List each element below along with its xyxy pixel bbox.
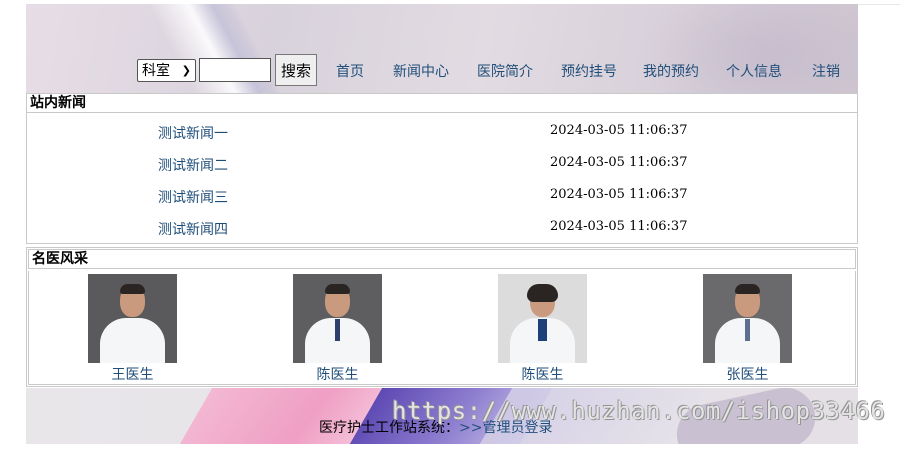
doctor-photo — [293, 274, 382, 363]
doctor-name: 陈医生 — [316, 367, 359, 383]
nav-appointment[interactable]: 预约挂号 — [561, 61, 617, 81]
doctor-figure — [335, 319, 340, 341]
doctor-figure — [745, 319, 750, 341]
top-rule — [858, 4, 900, 5]
doctor-figure — [527, 284, 558, 302]
doctor-photo — [498, 274, 587, 363]
doctor-figure — [735, 284, 760, 294]
doctor-card[interactable]: 张医生 — [703, 274, 792, 384]
nav-my-appointments[interactable]: 我的预约 — [643, 61, 699, 81]
doctor-figure — [538, 319, 547, 341]
doctor-card[interactable]: 陈医生 — [293, 274, 382, 384]
news-row: 测试新闻二 2024-03-05 11:06:37 — [27, 155, 857, 175]
nav-profile[interactable]: 个人信息 — [726, 61, 782, 81]
doctors-section: 名医风采 王医生 陈医生 陈医生 张医生 — [26, 247, 858, 387]
doctor-name: 陈医生 — [521, 367, 564, 383]
doctor-name: 王医生 — [111, 367, 154, 383]
page-container: 科室 ❯ 搜索 首页 新闻中心 医院简介 预约挂号 我的预约 个人信息 注销 站… — [26, 4, 858, 444]
doctor-figure — [100, 318, 165, 363]
doctors-grid: 王医生 陈医生 陈医生 张医生 — [28, 271, 856, 385]
news-row: 测试新闻一 2024-03-05 11:06:37 — [27, 123, 857, 143]
doctors-section-title: 名医风采 — [28, 249, 856, 269]
doctor-name: 张医生 — [726, 367, 769, 383]
nav-logout[interactable]: 注销 — [812, 61, 840, 81]
news-time: 2024-03-05 11:06:37 — [550, 155, 688, 170]
main-nav: 首页 新闻中心 医院简介 预约挂号 我的预约 个人信息 注销 — [26, 61, 858, 81]
news-title-link[interactable]: 测试新闻四 — [158, 219, 228, 239]
nav-home[interactable]: 首页 — [336, 61, 364, 81]
watermark-text: https://www.huzhan.com/ishop33466 — [392, 397, 886, 425]
doctor-figure — [325, 284, 350, 294]
news-time: 2024-03-05 11:06:37 — [550, 187, 688, 202]
doctor-photo — [703, 274, 792, 363]
news-time: 2024-03-05 11:06:37 — [550, 219, 688, 234]
doctor-card[interactable]: 王医生 — [88, 274, 177, 384]
news-section-title: 站内新闻 — [26, 93, 858, 113]
doctor-card[interactable]: 陈医生 — [498, 274, 587, 384]
nav-news-center[interactable]: 新闻中心 — [393, 61, 449, 81]
nav-hospital-intro[interactable]: 医院简介 — [477, 61, 533, 81]
header-banner: 科室 ❯ 搜索 首页 新闻中心 医院简介 预约挂号 我的预约 个人信息 注销 — [26, 4, 858, 93]
news-title-link[interactable]: 测试新闻二 — [158, 155, 228, 175]
news-title-link[interactable]: 测试新闻三 — [158, 187, 228, 207]
doctor-photo — [88, 274, 177, 363]
news-time: 2024-03-05 11:06:37 — [550, 123, 688, 138]
news-row: 测试新闻三 2024-03-05 11:06:37 — [27, 187, 857, 207]
news-title-link[interactable]: 测试新闻一 — [158, 123, 228, 143]
doctor-figure — [120, 284, 145, 294]
news-list: 测试新闻一 2024-03-05 11:06:37 测试新闻二 2024-03-… — [26, 113, 858, 244]
news-row: 测试新闻四 2024-03-05 11:06:37 — [27, 219, 857, 239]
